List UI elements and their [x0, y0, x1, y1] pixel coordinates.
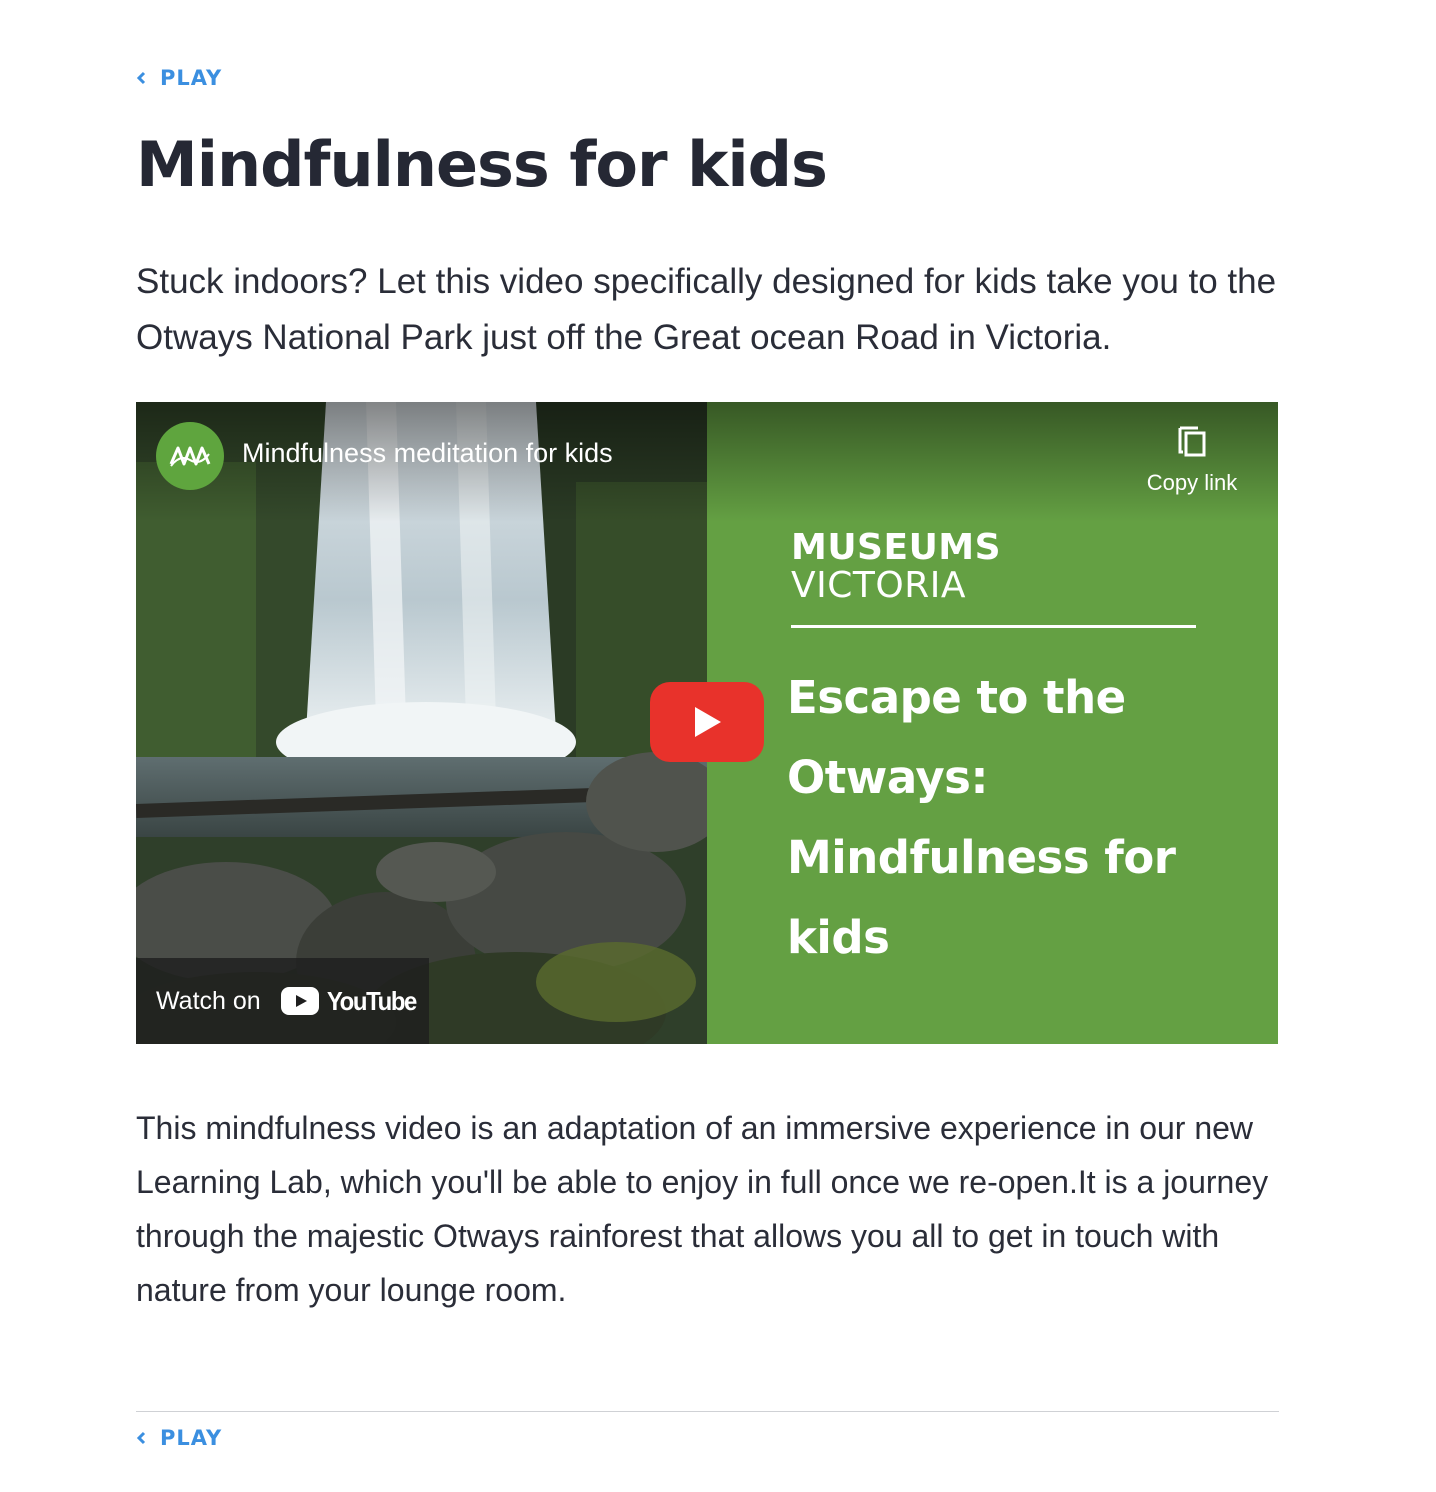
museums-victoria-avatar-icon[interactable] [156, 422, 224, 490]
brand-divider [791, 625, 1196, 628]
footer-divider [136, 1411, 1279, 1412]
brand-line-2: VICTORIA [791, 565, 966, 606]
chevron-left-icon [136, 1431, 146, 1445]
watch-on-label: Watch on [156, 986, 261, 1015]
intro-paragraph: Stuck indoors? Let this video specifical… [136, 262, 1277, 357]
watch-on-youtube-button[interactable]: Watch on YouTube [136, 958, 429, 1044]
back-to-play-link-top[interactable]: PLAY [136, 66, 222, 90]
mv-logo-icon [169, 446, 211, 467]
museums-victoria-brand: MUSEUMS VICTORIA [791, 530, 1001, 604]
youtube-logo-icon: YouTube [280, 985, 420, 1017]
page-title: Mindfulness for kids [136, 128, 828, 201]
back-to-play-link-bottom[interactable]: PLAY [136, 1426, 222, 1450]
copy-link-label: Copy link [1146, 470, 1238, 495]
brand-line-1: MUSEUMS [791, 527, 1002, 568]
youtube-wordmark: YouTube [326, 985, 417, 1016]
play-icon [695, 707, 721, 737]
video-embed[interactable]: Mindfulness meditation for kids Copy lin… [136, 402, 1278, 1044]
body-paragraph: This mindfulness video is an adaptation … [136, 1110, 1269, 1308]
back-link-label: PLAY [160, 1426, 223, 1450]
back-link-label: PLAY [160, 66, 223, 90]
copy-link-button[interactable]: Copy link [1136, 422, 1248, 508]
chevron-left-icon [136, 71, 146, 85]
play-button[interactable] [650, 682, 764, 762]
youtube-play-glyph-icon [280, 987, 319, 1015]
promo-title: Escape to the Otways: Mindfulness for ki… [787, 671, 1176, 964]
video-title-link[interactable]: Mindfulness meditation for kids [242, 438, 613, 469]
copy-icon [1178, 426, 1206, 457]
